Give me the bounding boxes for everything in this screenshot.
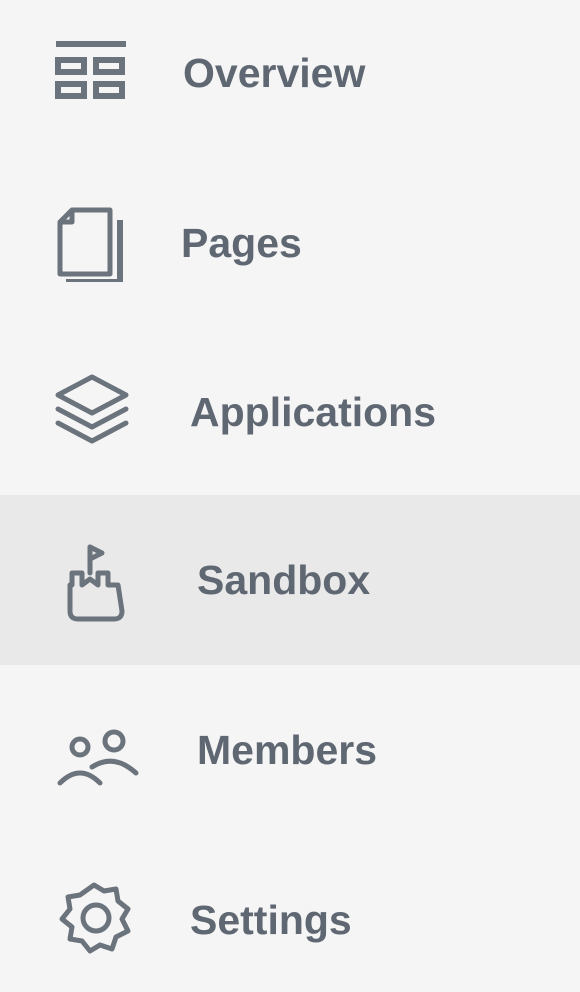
gear-icon	[54, 875, 140, 961]
sidebar-item-pages[interactable]: Pages	[0, 158, 580, 328]
pages-icon	[52, 196, 138, 282]
sidebar-item-label: Applications	[190, 389, 437, 435]
sidebar-nav: Overview Pages Applications Sandbox Memb…	[0, 0, 580, 992]
sidebar-item-label: Pages	[181, 220, 302, 266]
dashboard-grid-icon	[52, 34, 138, 120]
sidebar-item-applications[interactable]: Applications	[0, 327, 580, 497]
sidebar-item-overview[interactable]: Overview	[0, 0, 580, 158]
members-icon	[56, 707, 142, 793]
layers-icon	[54, 367, 140, 453]
sidebar-item-members[interactable]: Members	[0, 665, 580, 835]
sidebar-item-label: Sandbox	[197, 557, 371, 603]
sidebar-item-sandbox[interactable]: Sandbox	[0, 495, 580, 665]
sidebar-item-label: Overview	[183, 50, 366, 96]
sidebar-item-label: Settings	[190, 897, 352, 943]
sidebar-item-settings[interactable]: Settings	[0, 835, 580, 992]
sandcastle-flag-icon	[60, 539, 146, 625]
sidebar-item-label: Members	[197, 727, 378, 773]
